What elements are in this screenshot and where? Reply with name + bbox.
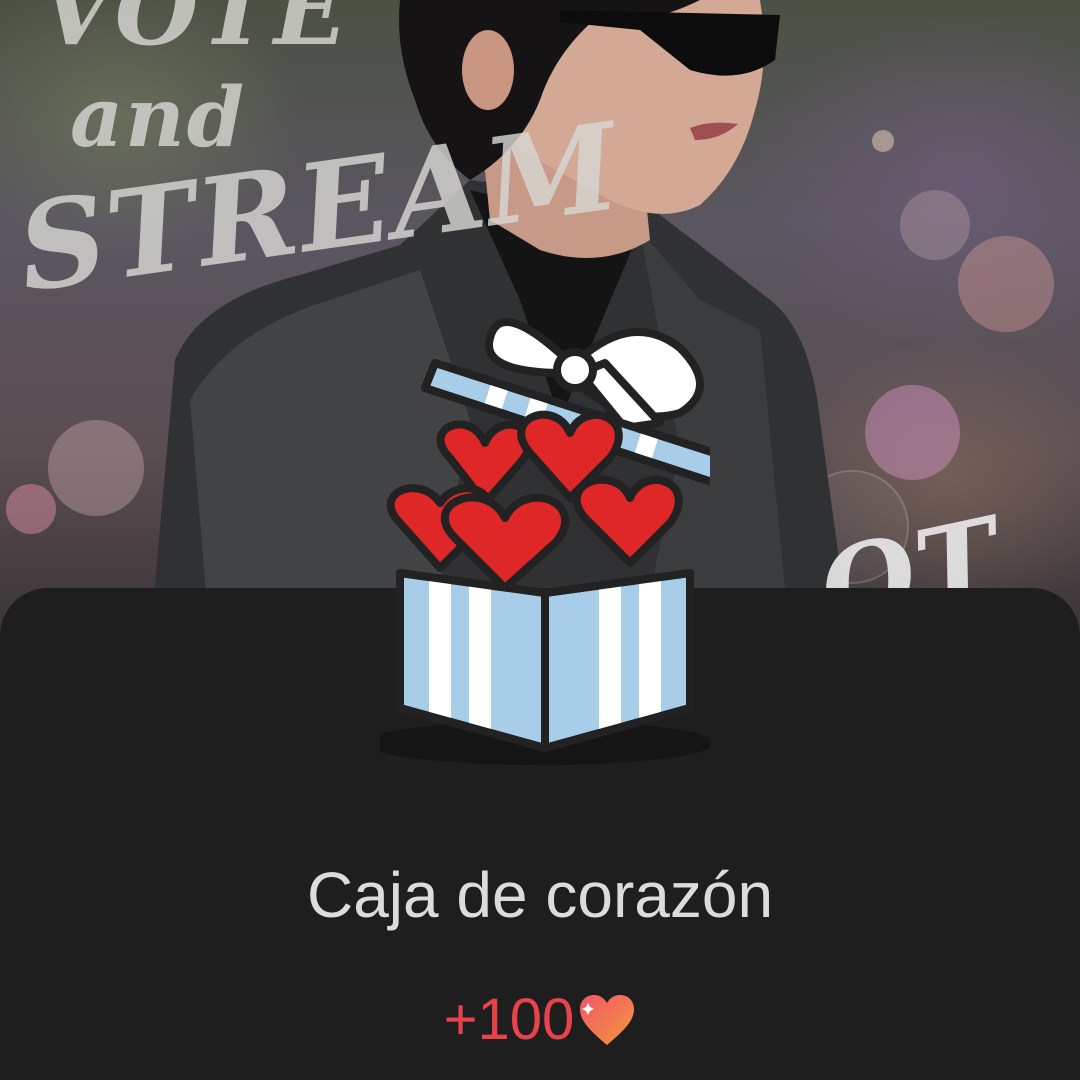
heart-icon [580,994,635,1045]
reward-line: +100 [0,982,1080,1053]
gift-box-hearts-icon [380,318,710,765]
gift-title: Caja de corazón [306,859,774,931]
reward-amount: +100 [443,987,575,1053]
overlay-word-vote: VOTE [40,0,350,67]
